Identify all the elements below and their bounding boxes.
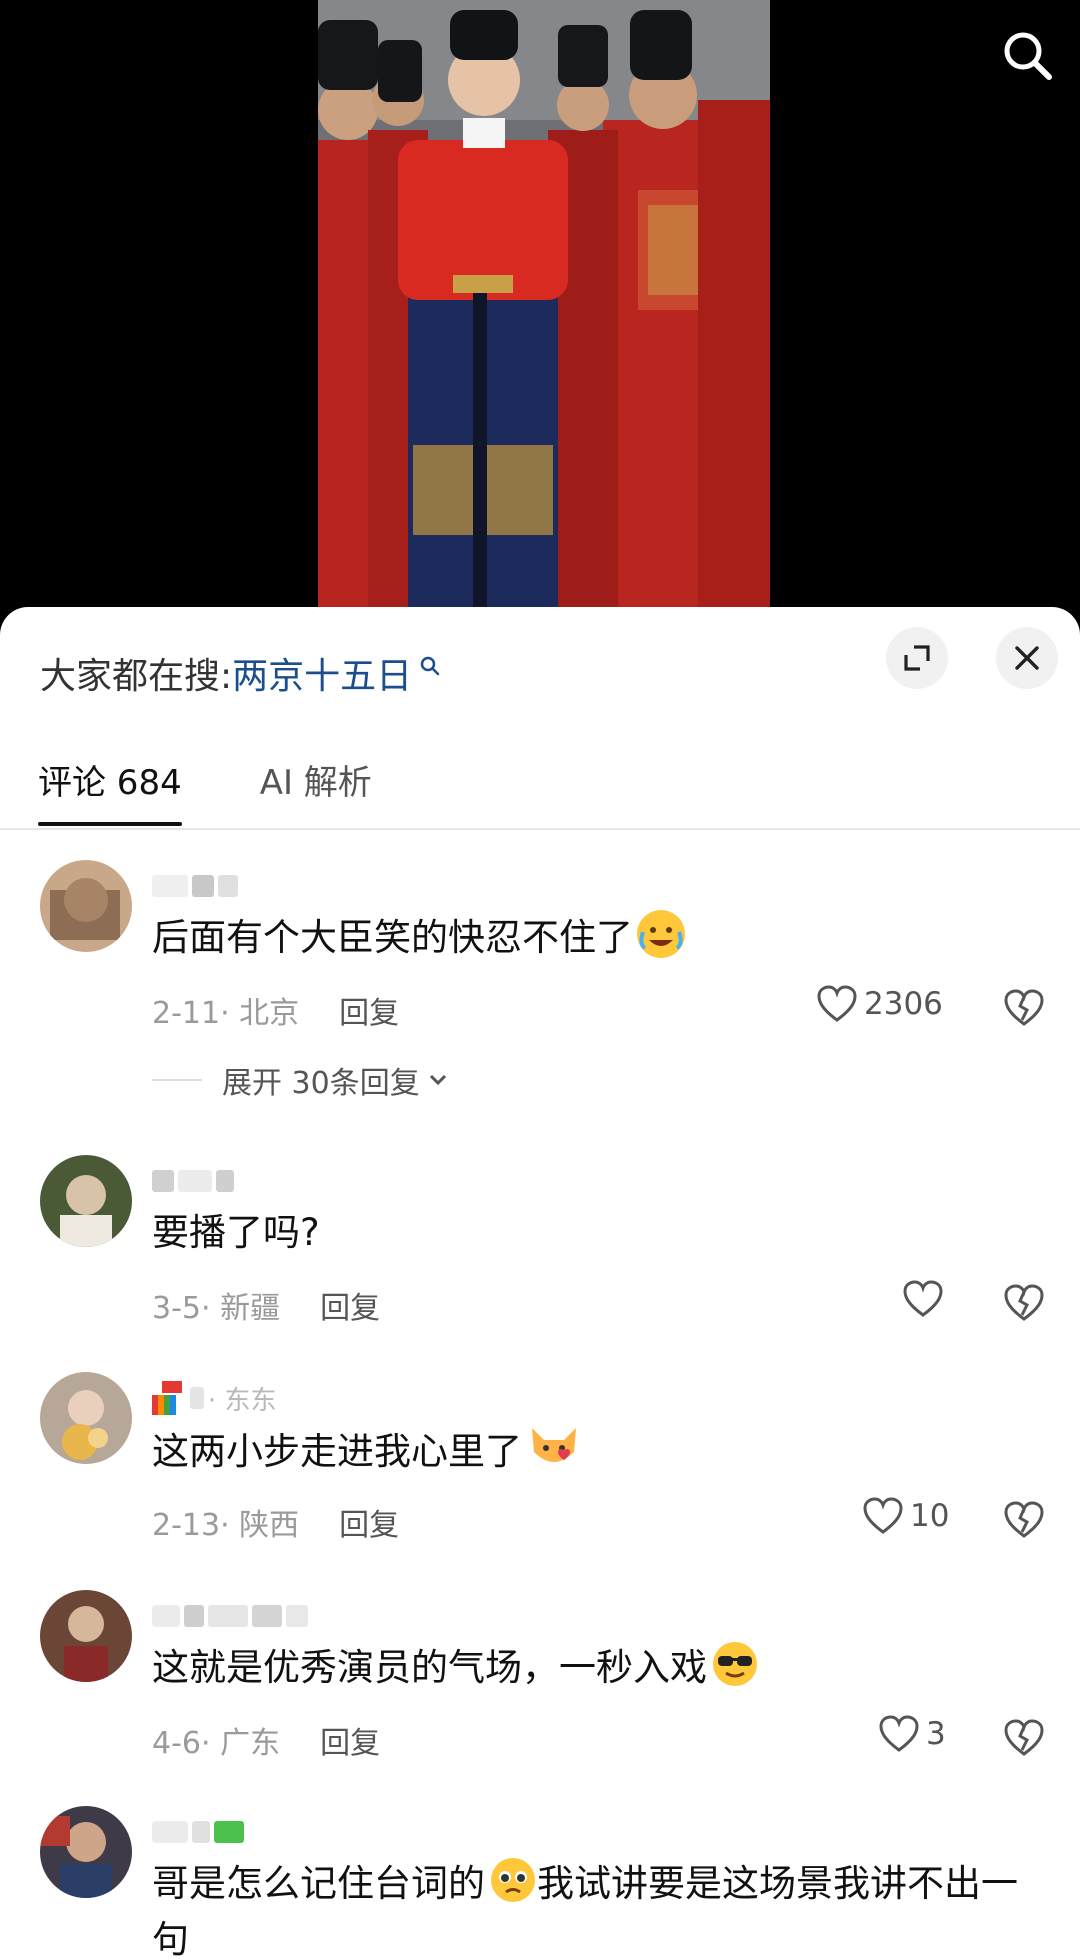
tab-ai-analysis[interactable]: AI 解析: [260, 755, 372, 826]
heart-icon: [879, 1715, 919, 1752]
expand-icon: [904, 645, 930, 671]
search-button[interactable]: [996, 24, 1058, 86]
search-small-icon: [420, 656, 440, 676]
expand-replies-button[interactable]: 展开 30条回复: [152, 1058, 450, 1102]
dislike-icon[interactable]: [1003, 987, 1045, 1029]
cat-heart-emoji: [526, 1422, 576, 1470]
username[interactable]: · 东东: [152, 1381, 277, 1416]
tab-bar: 评论 684 AI 解析: [38, 755, 450, 826]
close-icon: [1015, 646, 1039, 670]
username[interactable]: [152, 1600, 308, 1632]
comment-meta: 2-11· 北京 回复: [152, 988, 399, 1032]
username-partial: · 东东: [208, 1385, 277, 1416]
like-button[interactable]: 10: [862, 1496, 949, 1536]
avatar[interactable]: [40, 1590, 132, 1682]
sunglasses-emoji: [711, 1640, 759, 1688]
like-button[interactable]: 3: [878, 1714, 946, 1754]
close-button[interactable]: [996, 627, 1058, 689]
heart-icon: [863, 1497, 903, 1534]
comment-date: 2-11· 北京: [152, 996, 300, 1031]
rainbow-flag-icon: [152, 1381, 186, 1415]
username[interactable]: [152, 1816, 244, 1848]
comment-date: 2-13· 陕西: [152, 1508, 300, 1543]
video-frame[interactable]: [318, 0, 770, 610]
avatar[interactable]: [40, 860, 132, 952]
comment-text: 这就是优秀演员的气场，一秒入戏: [152, 1640, 1040, 1696]
comment-meta: 3-5· 新疆 回复: [152, 1283, 380, 1327]
comment-meta: 4-6· 广东 回复: [152, 1718, 380, 1762]
divider: [0, 828, 1080, 830]
laugh-cry-emoji: [637, 910, 685, 958]
comment-date: 4-6· 广东: [152, 1726, 281, 1761]
like-count: 3: [926, 1716, 946, 1752]
hot-search-prefix: 大家都在搜:: [40, 656, 233, 697]
comment-meta: 2-13· 陕西 回复: [152, 1500, 399, 1544]
username[interactable]: [152, 1165, 234, 1197]
comment-sheet: 大家都在搜: 两京十五日 评论 684 AI 解析 后面有个大臣笑的快忍不住了 …: [0, 607, 1080, 1959]
comment-text: 后面有个大臣笑的快忍不住了: [152, 910, 1040, 966]
avatar[interactable]: [40, 1806, 132, 1898]
reply-button[interactable]: 回复: [320, 1283, 380, 1327]
like-button[interactable]: [902, 1279, 944, 1319]
expand-button[interactable]: [886, 627, 948, 689]
hot-search-bar[interactable]: 大家都在搜: 两京十五日: [40, 647, 442, 699]
like-count: 2306: [864, 986, 943, 1022]
comment-date: 3-5· 新疆: [152, 1291, 281, 1326]
avatar[interactable]: [40, 1372, 132, 1464]
dislike-icon[interactable]: [1003, 1282, 1045, 1324]
hot-search-keyword[interactable]: 两京十五日: [232, 647, 412, 699]
heart-icon: [903, 1280, 943, 1317]
like-count: 10: [910, 1498, 950, 1534]
reply-button[interactable]: 回复: [320, 1718, 380, 1762]
heart-icon: [817, 985, 857, 1022]
like-button[interactable]: 2306: [816, 984, 943, 1024]
tab-comments[interactable]: 评论 684: [38, 755, 182, 826]
comment-text: 哥是怎么记住台词的 我试讲要是这场景我讲不出一句: [152, 1856, 1040, 1959]
pleading-emoji: [489, 1856, 537, 1904]
video-scene: [318, 0, 770, 610]
reply-button[interactable]: 回复: [339, 988, 399, 1032]
expand-replies-label: 展开 30条回复: [222, 1066, 420, 1101]
dislike-icon[interactable]: [1003, 1499, 1045, 1541]
dislike-icon[interactable]: [1003, 1717, 1045, 1759]
reply-button[interactable]: 回复: [339, 1500, 399, 1544]
username[interactable]: [152, 870, 238, 902]
search-icon: [1004, 32, 1052, 80]
avatar[interactable]: [40, 1155, 132, 1247]
comment-text: 要播了吗?: [152, 1211, 320, 1254]
chevron-down-icon: [429, 1074, 446, 1086]
video-player[interactable]: [0, 0, 1080, 620]
comment-text: 这两小步走进我心里了: [152, 1422, 1040, 1480]
